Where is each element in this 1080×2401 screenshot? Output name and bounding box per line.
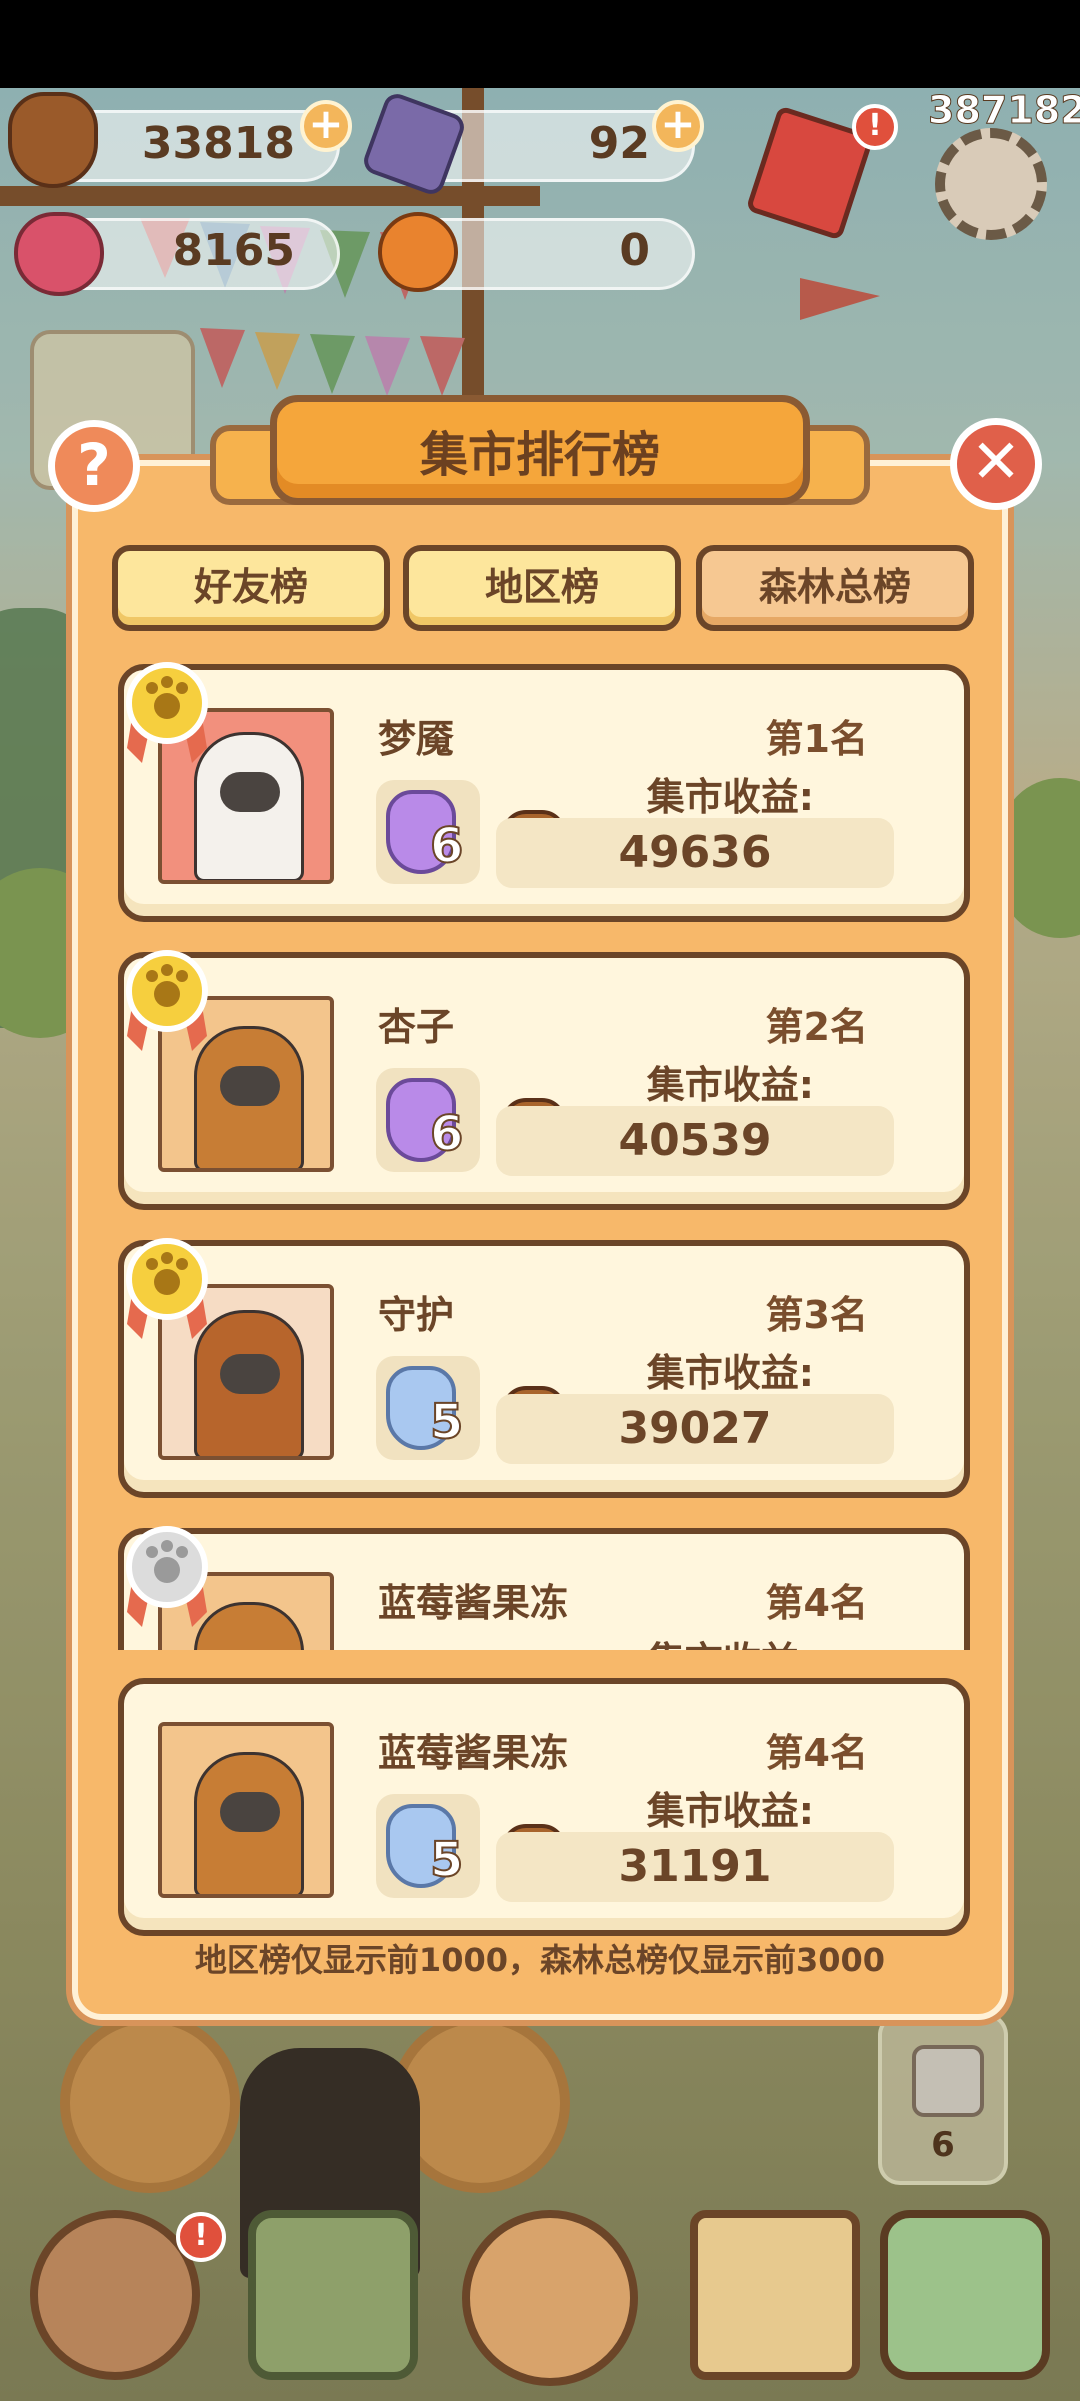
acorn-value: 33818 [141, 118, 295, 169]
help-button[interactable]: ? [48, 420, 140, 512]
income-label: 集市收益: [646, 1351, 814, 1395]
settings-gear-icon[interactable] [935, 128, 1047, 240]
orange-value: 0 [619, 225, 650, 276]
ranking-footnote: 地区榜仅显示前1000，森林总榜仅显示前3000 [194, 1941, 886, 1979]
tab-forest-overall[interactable]: 森林总榜 [696, 545, 974, 631]
player-name: 蓝莓酱果冻 [378, 1731, 569, 1775]
score-value: 39027 [618, 1403, 772, 1454]
close-button[interactable]: ✕ [950, 418, 1042, 510]
top-counter: 387182 [928, 88, 1080, 133]
list-item[interactable]: 蓝莓酱果冻 第4名 集市收益: [118, 1526, 970, 1650]
player-name: 蓝莓酱果冻 [378, 1581, 569, 1625]
acorn-icon [8, 92, 98, 188]
rank-label: 第2名 [765, 1005, 868, 1049]
title-ribbon: 集市排行榜 [210, 395, 870, 515]
score-value: 49636 [618, 827, 772, 878]
orange-icon [378, 212, 458, 292]
player-name: 梦魇 [378, 717, 455, 761]
player-name: 守护 [378, 1293, 455, 1337]
friends-button[interactable] [462, 2210, 638, 2386]
tab-friends[interactable]: 好友榜 [112, 545, 390, 631]
tab-region[interactable]: 地区榜 [403, 545, 681, 631]
income-label: 集市收益: [646, 1063, 814, 1107]
home-alert-badge-icon: ! [176, 2212, 226, 2262]
income-label: 集市收益: [646, 775, 814, 819]
level-number: 5 [429, 1831, 464, 1889]
income-label: 集市收益: [646, 1789, 814, 1833]
rank-label: 第4名 [765, 1581, 868, 1625]
rank-label: 第4名 [765, 1731, 868, 1775]
self-entry[interactable]: 蓝莓酱果冻 第4名 集市收益: 5 31191 [118, 1678, 970, 1936]
score-value: 40539 [618, 1115, 772, 1166]
list-item[interactable]: 守护 第3名 集市收益: 5 39027 [118, 1238, 970, 1498]
silver-medal-icon [126, 1526, 208, 1627]
panel-title: 集市排行榜 [419, 427, 660, 483]
gold-medal-icon [126, 662, 208, 763]
list-item[interactable]: 杏子 第2名 集市收益: 6 40539 [118, 950, 970, 1210]
level-number: 5 [429, 1393, 464, 1451]
gold-medal-icon [126, 950, 208, 1051]
level-number: 6 [429, 817, 464, 875]
add-gem-button[interactable]: + [652, 100, 704, 152]
rank-label: 第1名 [765, 717, 868, 761]
income-label: 集市收益: [647, 1630, 814, 1650]
notification-badge-icon: ! [852, 104, 898, 150]
task-clipboard-button[interactable] [690, 2210, 860, 2380]
rank-label: 第3名 [765, 1293, 868, 1337]
avatar [158, 1722, 334, 1898]
gem-value: 92 [588, 118, 650, 169]
score-value: 31191 [618, 1841, 772, 1892]
add-acorn-button[interactable]: + [300, 100, 352, 152]
gold-medal-icon [126, 1238, 208, 1339]
heart-crystal-value: 8165 [172, 225, 295, 276]
player-name: 杏子 [378, 1005, 455, 1049]
home-house-button[interactable] [30, 2210, 200, 2380]
heart-crystal-icon [14, 212, 104, 296]
level-number: 6 [429, 1105, 464, 1163]
status-bar [0, 0, 1080, 88]
mail-envelope-button[interactable] [248, 2210, 418, 2380]
list-item[interactable]: 梦魇 第1名 集市收益: 6 49636 [118, 662, 970, 922]
map-button[interactable] [880, 2210, 1050, 2380]
ranking-list[interactable]: 梦魇 第1名 集市收益: 6 49636 杏子 第2名 集市收益: 6 4053… [80, 650, 1000, 1650]
